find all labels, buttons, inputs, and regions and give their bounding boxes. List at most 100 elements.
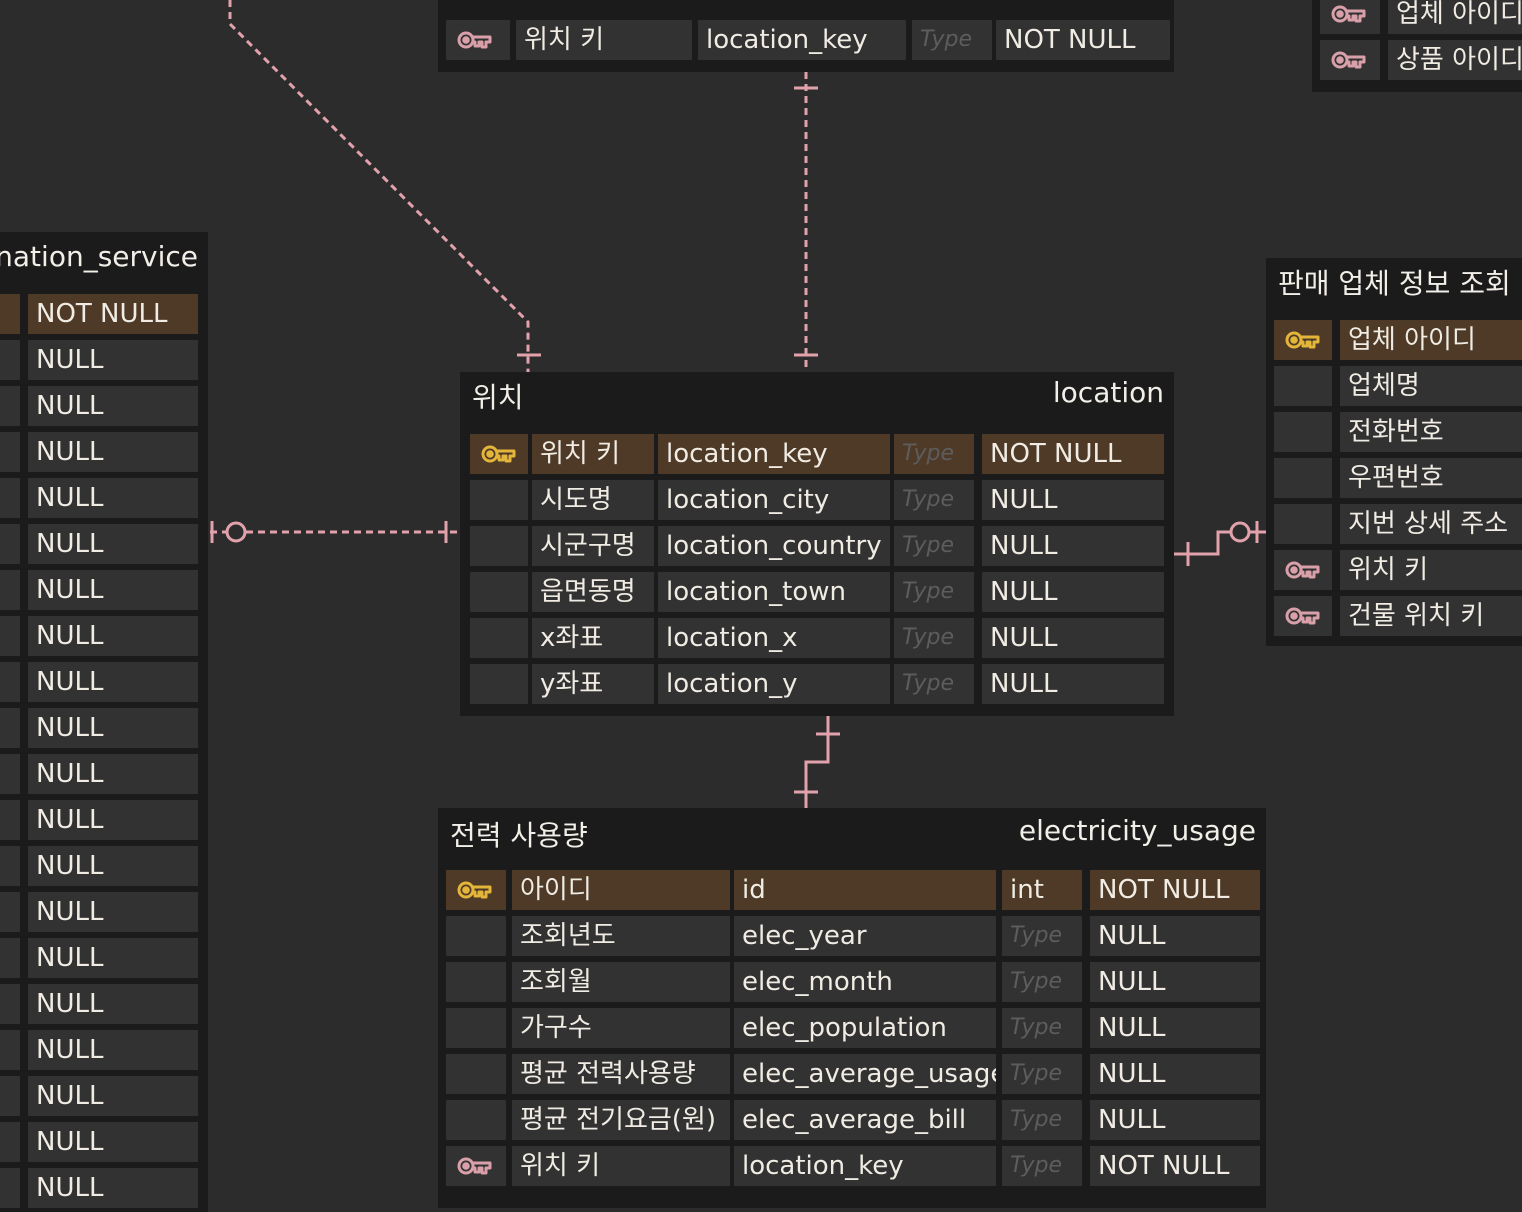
table-row[interactable]: 위치 키 location_key Type NOT NULL xyxy=(444,1146,1260,1186)
key-cell xyxy=(470,572,528,612)
column-nullability: NULL xyxy=(28,892,198,932)
column-type xyxy=(0,754,20,794)
erd-canvas[interactable]: 위치 키 location_key Type NOT NULL 업체 아이디 상품 아이… xyxy=(0,0,1522,1212)
column-nullability: NULL xyxy=(28,340,198,380)
table-row[interactable]: 상품 아이디 xyxy=(1318,40,1522,80)
table-location[interactable]: 위치 location 위치 키 location_key Type NOT NULL… xyxy=(460,372,1174,716)
column-nullability: NULL xyxy=(28,662,198,702)
table-row[interactable]: NULL xyxy=(0,616,198,656)
column-physical-name: location_town xyxy=(658,572,890,612)
table-row[interactable]: 건물 위치 키 xyxy=(1272,596,1522,636)
table-row[interactable]: NULL xyxy=(0,754,198,794)
table-row[interactable]: 아이디 id int NOT NULL xyxy=(444,870,1260,910)
table-row[interactable]: NULL xyxy=(0,478,198,518)
table-title-korean: 전력 사용량 xyxy=(450,819,588,852)
table-vendor-info[interactable]: 판매 업체 정보 조회 업체 아이디업체명전화번호우편번호지번 상세 주소위치 … xyxy=(1266,258,1522,646)
table-left-partial[interactable]: nation_service NOT NULL NULL NULL NULL NULL N… xyxy=(0,232,208,1212)
table-row[interactable]: NULL xyxy=(0,1076,198,1116)
column-logical-name: 평균 전기요금(원) xyxy=(512,1100,730,1140)
column-nullability: NOT NULL xyxy=(28,294,198,334)
column-physical-name: elec_month xyxy=(734,962,996,1002)
column-nullability: NULL xyxy=(28,708,198,748)
table-row[interactable]: NULL xyxy=(0,708,198,748)
table-row[interactable]: 조회월 elec_month Type NULL xyxy=(444,962,1260,1002)
table-row[interactable]: NULL xyxy=(0,1168,198,1208)
column-type: Type xyxy=(894,434,974,474)
table-row[interactable]: NULL xyxy=(0,340,198,380)
column-physical-name: location_key xyxy=(734,1146,996,1186)
table-top-right-partial[interactable]: 업체 아이디상품 아이디 xyxy=(1312,0,1522,92)
column-nullability: NULL xyxy=(982,664,1164,704)
column-nullability: NULL xyxy=(28,432,198,472)
table-row[interactable]: 업체 아이디 xyxy=(1272,320,1522,360)
table-row[interactable]: NOT NULL xyxy=(0,294,198,334)
table-row[interactable]: 시도명 location_city Type NULL xyxy=(466,480,1168,520)
table-row[interactable]: NULL xyxy=(0,524,198,564)
column-nullability: NULL xyxy=(982,572,1164,612)
column-physical-name: location_key xyxy=(698,20,906,60)
table-row[interactable]: NULL xyxy=(0,846,198,886)
column-type: Type xyxy=(894,526,974,566)
key-cell xyxy=(470,480,528,520)
table-top-partial[interactable]: 위치 키 location_key Type NOT NULL xyxy=(438,0,1174,72)
column-type xyxy=(0,846,20,886)
key-cell xyxy=(1274,458,1332,498)
table-title-korean: 판매 업체 정보 조회 xyxy=(1278,267,1511,300)
table-row[interactable]: NULL xyxy=(0,570,198,610)
table-row[interactable]: 전화번호 xyxy=(1272,412,1522,452)
table-row[interactable]: 위치 키 xyxy=(1272,550,1522,590)
table-row[interactable]: x좌표 location_x Type NULL xyxy=(466,618,1168,658)
table-row[interactable]: 업체 아이디 xyxy=(1318,0,1522,34)
table-row[interactable]: 시군구명 location_country Type NULL xyxy=(466,526,1168,566)
table-row[interactable]: NULL xyxy=(0,1122,198,1162)
table-row[interactable]: 가구수 elec_population Type NULL xyxy=(444,1008,1260,1048)
table-row[interactable]: y좌표 location_y Type NULL xyxy=(466,664,1168,704)
column-type xyxy=(0,1076,20,1116)
column-nullability: NOT NULL xyxy=(1090,870,1260,910)
column-logical-name: y좌표 xyxy=(532,664,654,704)
table-row[interactable]: NULL xyxy=(0,800,198,840)
key-cell xyxy=(1320,0,1380,34)
column-logical-name: 조회월 xyxy=(512,962,730,1002)
column-type: Type xyxy=(1002,1008,1082,1048)
column-nullability: NULL xyxy=(28,1122,198,1162)
table-row[interactable]: NULL xyxy=(0,432,198,472)
relation-location-top[interactable] xyxy=(794,72,818,372)
table-row[interactable]: 읍면동명 location_town Type NULL xyxy=(466,572,1168,612)
key-cell xyxy=(1274,366,1332,406)
table-row[interactable]: 우편번호 xyxy=(1272,458,1522,498)
table-row[interactable]: NULL xyxy=(0,938,198,978)
relation-location-left[interactable] xyxy=(210,521,460,543)
column-nullability: NULL xyxy=(982,526,1164,566)
table-row[interactable]: 위치 키 location_key Type NOT NULL xyxy=(444,20,1170,60)
table-row[interactable]: 지번 상세 주소 xyxy=(1272,504,1522,544)
column-type xyxy=(0,938,20,978)
column-type xyxy=(0,432,20,472)
key-cell xyxy=(446,870,506,910)
column-physical-name: elec_year xyxy=(734,916,996,956)
column-logical-name: 전화번호 xyxy=(1340,412,1522,452)
table-row[interactable]: NULL xyxy=(0,662,198,702)
table-row[interactable]: 평균 전기요금(원) elec_average_bill Type NULL xyxy=(444,1100,1260,1140)
table-electricity-usage[interactable]: 전력 사용량 electricity_usage 아이디 id int NOT NUL… xyxy=(438,808,1266,1208)
column-logical-name: 시군구명 xyxy=(532,526,654,566)
primary-key-icon xyxy=(481,445,516,463)
column-nullability: NULL xyxy=(28,1076,198,1116)
table-row[interactable]: NULL xyxy=(0,1030,198,1070)
column-nullability: NULL xyxy=(28,1030,198,1070)
table-row[interactable]: NULL xyxy=(0,386,198,426)
column-nullability: NULL xyxy=(28,1168,198,1208)
table-row[interactable]: 조회년도 elec_year Type NULL xyxy=(444,916,1260,956)
table-row[interactable]: 평균 전력사용량 elec_average_usage Type NULL xyxy=(444,1054,1260,1094)
table-row[interactable]: NULL xyxy=(0,984,198,1024)
relation-location-electricity[interactable] xyxy=(794,716,840,808)
relation-location-vendor[interactable] xyxy=(1174,521,1266,566)
table-row[interactable]: 업체명 xyxy=(1272,366,1522,406)
key-cell xyxy=(1274,596,1332,636)
table-row[interactable]: 위치 키 location_key Type NOT NULL xyxy=(466,434,1168,474)
column-physical-name: location_city xyxy=(658,480,890,520)
column-logical-name: 지번 상세 주소 xyxy=(1340,504,1522,544)
table-row[interactable]: NULL xyxy=(0,892,198,932)
column-logical-name: 아이디 xyxy=(512,870,730,910)
column-nullability: NOT NULL xyxy=(982,434,1164,474)
